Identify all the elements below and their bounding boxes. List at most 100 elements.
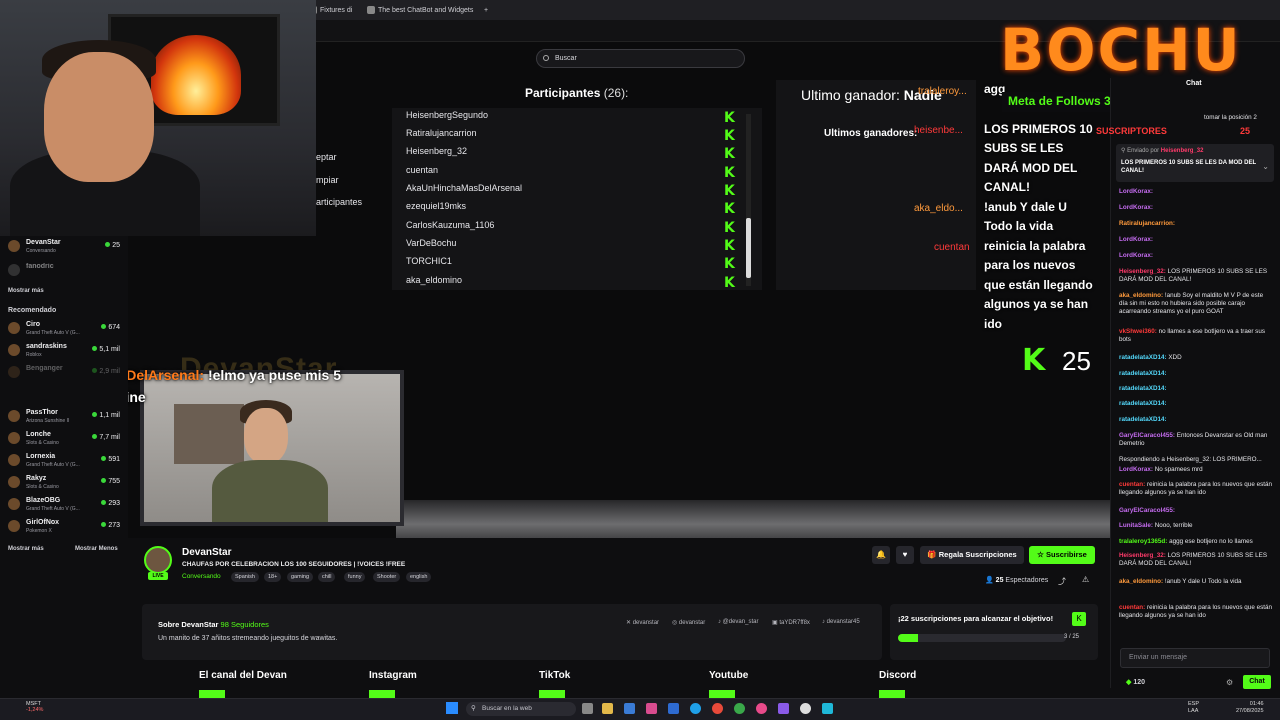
social-link-tiktok[interactable]: ♪ @devan_star bbox=[718, 619, 758, 625]
show-more-link[interactable]: Mostrar más bbox=[8, 546, 44, 552]
social-link-kick[interactable]: ♪ devanstar45 bbox=[822, 619, 860, 625]
subs-count: 25 bbox=[1240, 126, 1251, 136]
chat-message: LunitaSale: Nooo, terrible bbox=[1119, 522, 1273, 530]
channel-avatar[interactable] bbox=[144, 546, 172, 574]
chrome-icon[interactable] bbox=[712, 703, 723, 714]
clock[interactable]: 01:46 27/08/2025 bbox=[1236, 701, 1264, 715]
sidebar-item-lornexia[interactable]: Lornexia Grand Theft Auto V (G... 591 bbox=[8, 452, 122, 472]
sidebar-item-devanstar[interactable]: DevanStar Conversando 25 bbox=[8, 238, 122, 258]
chat-username[interactable]: GaryElCaracol455: bbox=[1119, 432, 1175, 439]
chat-message: GaryElCaracol455: bbox=[1119, 507, 1273, 515]
pinned-message[interactable]: ⚲ Enviado por Heisenberg_32 LOS PRIMEROS… bbox=[1116, 144, 1274, 182]
chrome-icon[interactable] bbox=[734, 703, 745, 714]
mail-icon[interactable] bbox=[624, 703, 635, 714]
obs-icon[interactable] bbox=[800, 703, 811, 714]
edge-icon[interactable] bbox=[690, 703, 701, 714]
chat-username[interactable]: aka_eldomino: bbox=[1119, 292, 1163, 299]
language-indicator[interactable]: ESP LAA bbox=[1188, 701, 1199, 715]
chat-text: aggg ese botljero no lo llames bbox=[1169, 538, 1253, 545]
heart-icon[interactable]: ♥ bbox=[896, 546, 914, 564]
guest-body bbox=[212, 460, 328, 522]
sidebar-item-fanodric[interactable]: fanodric bbox=[8, 262, 122, 282]
bochu-logo: BOCHU bbox=[1000, 16, 1242, 84]
scrollbar-thumb[interactable] bbox=[746, 218, 751, 278]
kick-counter: K 25 bbox=[1022, 343, 1091, 378]
chat-username[interactable]: ratadelataXD14: bbox=[1119, 370, 1167, 377]
sidebar-item-blazeobg[interactable]: BlazeOBG Grand Theft Auto V (G... 293 bbox=[8, 496, 122, 516]
app-icon[interactable] bbox=[756, 703, 767, 714]
tag[interactable]: english bbox=[406, 572, 432, 582]
chat-username[interactable]: vkShwei360: bbox=[1119, 328, 1157, 335]
avatar bbox=[8, 344, 20, 356]
social-link-discord[interactable]: ▣ taYDR7ff8x bbox=[772, 619, 810, 626]
windows-start-icon[interactable] bbox=[446, 702, 458, 714]
chat-username[interactable]: LordKorax: bbox=[1119, 466, 1153, 473]
stock-widget[interactable]: MSFT -1,24% bbox=[26, 701, 43, 713]
chat-username[interactable]: ratadelataXD14: bbox=[1119, 400, 1167, 407]
chat-username[interactable]: Heisenberg_32: bbox=[1119, 552, 1166, 559]
new-tab-button[interactable]: + bbox=[482, 3, 496, 18]
app-icon[interactable] bbox=[778, 703, 789, 714]
tag[interactable]: chill bbox=[318, 572, 336, 582]
chat-username[interactable]: Heisenberg_32: bbox=[1119, 268, 1166, 275]
chat-username[interactable]: ratadelataXD14: bbox=[1119, 385, 1167, 392]
app-icon[interactable] bbox=[822, 703, 833, 714]
notification-bell-icon[interactable]: 🔔 bbox=[872, 546, 890, 564]
participants-title: Participantes (26): bbox=[525, 86, 629, 100]
about-section bbox=[142, 604, 882, 660]
file-explorer-icon[interactable] bbox=[602, 703, 613, 714]
chat-username[interactable]: tralaleroy1365d: bbox=[1119, 538, 1167, 545]
app-icon[interactable] bbox=[646, 703, 657, 714]
show-less-link[interactable]: Mostrar Menos bbox=[75, 546, 118, 552]
stream-title: CHAUFAS POR CELEBRACION LOS 100 SEGUIDOR… bbox=[182, 561, 406, 568]
kick-icon: K bbox=[724, 165, 735, 181]
avatar bbox=[8, 264, 20, 276]
chat-username[interactable]: aka_eldomino: bbox=[1119, 578, 1163, 585]
app-icon[interactable] bbox=[668, 703, 679, 714]
sidebar-item-benganger[interactable]: Benganger 2,9 mil bbox=[8, 364, 122, 384]
tag[interactable]: funny bbox=[344, 572, 366, 582]
chat-username[interactable]: GaryElCaracol455: bbox=[1119, 507, 1175, 514]
sidebar-item-rakyz[interactable]: Rakyz Slots & Casino 755 bbox=[8, 474, 122, 494]
channel-name[interactable]: DevanStar bbox=[182, 547, 231, 558]
chat-username[interactable]: LordKorax: bbox=[1119, 204, 1153, 211]
sidebar-item-sandraskins[interactable]: sandraskins Roblox 5,1 mil bbox=[8, 342, 122, 362]
sidebar-item-ciro[interactable]: Ciro Grand Theft Auto V (G... 674 bbox=[8, 320, 122, 340]
report-icon[interactable]: ⚠ bbox=[1082, 575, 1089, 584]
tag[interactable]: Shooter bbox=[373, 572, 401, 582]
chat-input[interactable]: Enviar un mensaje bbox=[1120, 648, 1270, 668]
tag[interactable]: Spanish bbox=[231, 572, 259, 582]
chat-username[interactable]: cuentan: bbox=[1119, 604, 1145, 611]
windows-taskbar bbox=[0, 698, 1280, 720]
task-view-icon[interactable] bbox=[582, 703, 593, 714]
tag[interactable]: gaming bbox=[287, 572, 314, 582]
chat-username[interactable]: ratadelataXD14: bbox=[1119, 354, 1167, 361]
chat-username[interactable]: LordKorax: bbox=[1119, 236, 1153, 243]
social-link-instagram[interactable]: ◎ devanstar bbox=[672, 619, 705, 626]
channel-points[interactable]: ◆ 120 bbox=[1126, 678, 1145, 686]
search-input[interactable]: Buscar bbox=[536, 49, 745, 68]
chat-username[interactable]: LordKorax: bbox=[1119, 188, 1153, 195]
chat-send-button[interactable]: Chat bbox=[1243, 675, 1271, 689]
social-link-x[interactable]: ✕ devanstar bbox=[626, 619, 659, 626]
share-icon[interactable]: ⤴ bbox=[1058, 576, 1066, 587]
chevron-down-icon[interactable]: ⌄ bbox=[1262, 162, 1269, 171]
chat-username[interactable]: ratadelataXD14: bbox=[1119, 416, 1167, 423]
chat-username[interactable]: LunitaSale: bbox=[1119, 522, 1153, 529]
tag[interactable]: 18+ bbox=[264, 572, 282, 582]
sidebar-item-passthor[interactable]: PassThor Arizona Sunshine II 1,1 mil bbox=[8, 408, 122, 428]
sidebar-item-lonche[interactable]: Lonche Slots & Casino 7,7 mil bbox=[8, 430, 122, 450]
stream-category[interactable]: Conversando bbox=[182, 573, 221, 580]
browser-tab[interactable]: The best ChatBot and Widgets bbox=[364, 3, 476, 18]
live-dot-icon bbox=[92, 346, 98, 351]
sidebar-item-girlofnox[interactable]: GirlOfNox Pokemon X 273 bbox=[8, 518, 122, 538]
chat-username[interactable]: LordKorax: bbox=[1119, 252, 1153, 259]
subscribe-button[interactable]: ☆ Suscribirse bbox=[1029, 546, 1095, 564]
chat-username[interactable]: cuentan: bbox=[1119, 481, 1145, 488]
gear-icon[interactable]: ⚙ bbox=[1226, 678, 1233, 687]
gift-subs-button[interactable]: 🎁 Regala Suscripciones bbox=[920, 546, 1024, 564]
chat-username[interactable]: Ratiralujancarrion: bbox=[1119, 220, 1175, 227]
show-more-link[interactable]: Mostrar más bbox=[8, 288, 44, 294]
taskbar-search-input[interactable]: ⚲ Buscar en la web bbox=[466, 702, 576, 716]
participants-scrollbar[interactable] bbox=[746, 114, 751, 286]
